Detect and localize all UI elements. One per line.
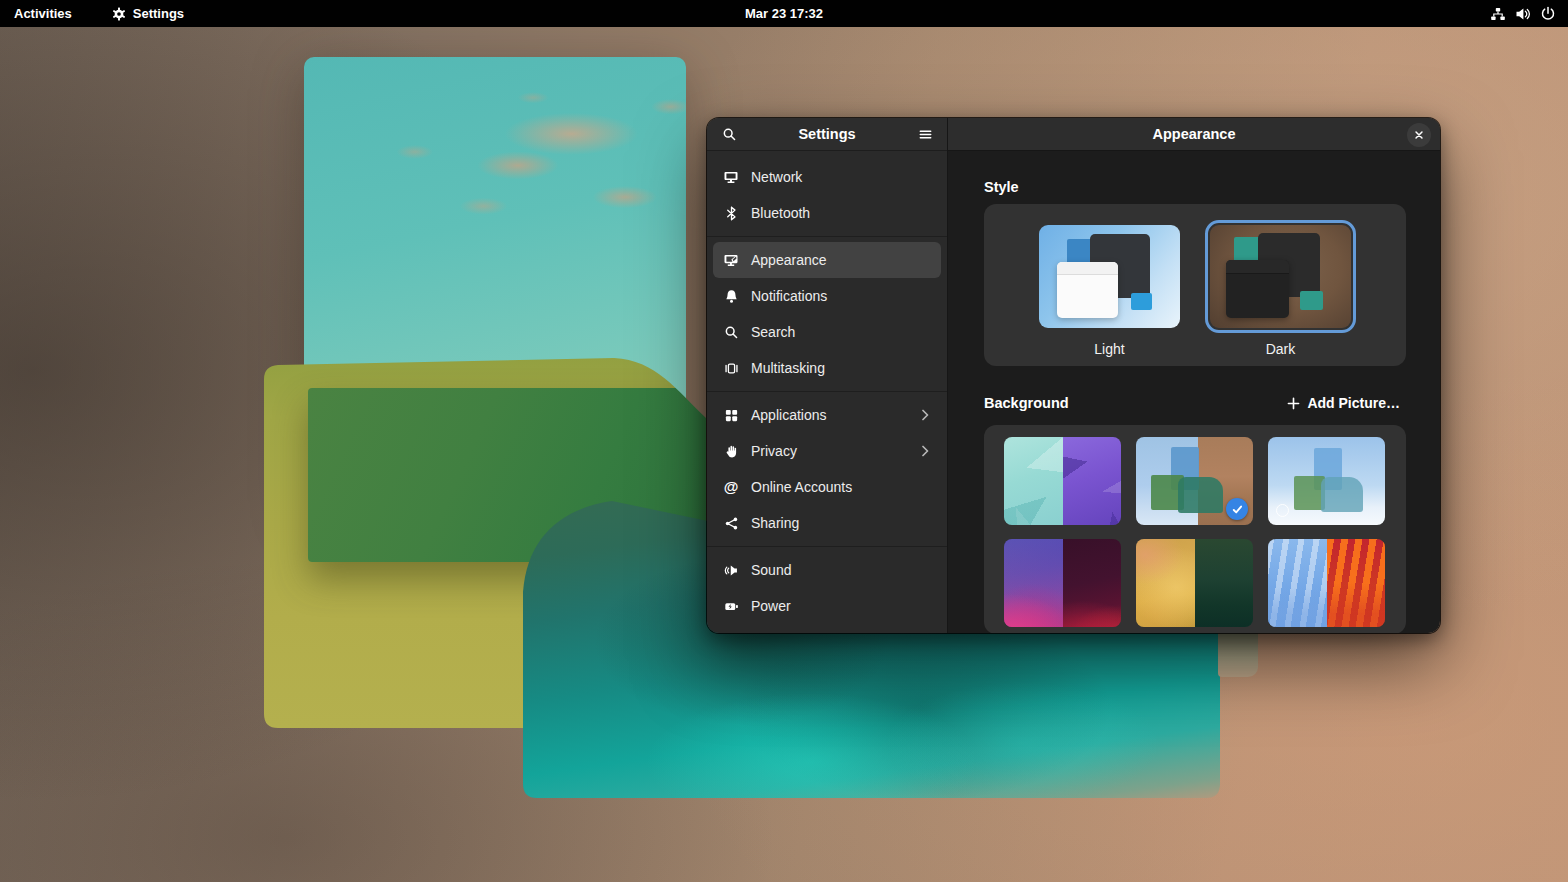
search-icon xyxy=(723,324,739,340)
notifications-icon xyxy=(723,288,739,304)
close-button[interactable] xyxy=(1407,123,1431,147)
sidebar-item-network[interactable]: Network xyxy=(713,159,941,195)
appearance-icon xyxy=(723,252,739,268)
sidebar-item-label: Multitasking xyxy=(751,360,931,376)
sidebar-item-bluetooth[interactable]: Bluetooth xyxy=(713,195,941,231)
close-icon xyxy=(1412,128,1426,142)
sidebar-item-label: Privacy xyxy=(751,443,907,459)
chevron-right-icon xyxy=(919,445,931,457)
selected-check-badge xyxy=(1226,498,1248,520)
sharing-icon xyxy=(723,515,739,531)
top-bar: Activities Settings Mar 23 17:32 xyxy=(0,0,1568,27)
style-option-label: Dark xyxy=(1266,341,1296,357)
privacy-icon xyxy=(723,443,739,459)
bluetooth-icon xyxy=(723,205,739,221)
sidebar-item-label: Appearance xyxy=(751,252,931,268)
system-status-area[interactable] xyxy=(1490,0,1558,27)
clock[interactable]: Mar 23 17:32 xyxy=(745,0,823,27)
mini-shape xyxy=(1321,477,1363,511)
desktop: Activities Settings Mar 23 17:32 Setting… xyxy=(0,0,1568,882)
settings-window: Settings Network Bluetooth Appe xyxy=(707,118,1440,633)
mini-shape xyxy=(1178,477,1222,513)
wallpaper-thumbnail-triangles[interactable] xyxy=(1004,437,1121,525)
primary-menu-button[interactable] xyxy=(913,122,937,146)
sidebar-list: Network Bluetooth Appearance Notificatio… xyxy=(707,151,947,624)
panel-title: Appearance xyxy=(1152,126,1235,142)
sidebar-item-appearance[interactable]: Appearance xyxy=(713,242,941,278)
sidebar: Settings Network Bluetooth Appe xyxy=(707,118,948,633)
network-icon xyxy=(1490,6,1506,22)
style-card: Light xyxy=(984,204,1406,366)
sidebar-item-search[interactable]: Search xyxy=(713,314,941,350)
online-accounts-icon: @ xyxy=(723,479,739,495)
selected-style-ring xyxy=(1205,220,1356,333)
background-card xyxy=(984,425,1406,633)
appearance-panel: Appearance Style xyxy=(948,118,1440,633)
activities-label: Activities xyxy=(14,6,72,21)
power-icon xyxy=(1540,6,1556,22)
activities-button[interactable]: Activities xyxy=(8,0,78,27)
wallpaper-thumbnail-default-day[interactable] xyxy=(1268,437,1385,525)
add-picture-label: Add Picture… xyxy=(1307,395,1400,411)
panel-body: Style Li xyxy=(948,151,1440,633)
sidebar-item-label: Online Accounts xyxy=(751,479,931,495)
sidebar-separator xyxy=(707,546,947,547)
wallpaper-thumbnail-waves[interactable] xyxy=(1004,539,1121,627)
sidebar-item-label: Search xyxy=(751,324,931,340)
gear-icon xyxy=(112,7,126,21)
search-button[interactable] xyxy=(717,122,741,146)
preview-window-front xyxy=(1057,262,1118,318)
dark-theme-preview xyxy=(1210,225,1351,328)
app-menu-button[interactable]: Settings xyxy=(106,0,190,27)
sidebar-separator xyxy=(707,391,947,392)
sidebar-item-applications[interactable]: Applications xyxy=(713,397,941,433)
multitasking-icon xyxy=(723,360,739,376)
wallpaper-thumbnail-default[interactable] xyxy=(1136,437,1253,525)
power-icon xyxy=(723,598,739,614)
sidebar-item-privacy[interactable]: Privacy xyxy=(713,433,941,469)
style-heading: Style xyxy=(984,179,1406,195)
sidebar-title: Settings xyxy=(707,126,947,142)
app-menu-label: Settings xyxy=(133,6,184,21)
sidebar-item-label: Notifications xyxy=(751,288,931,304)
sidebar-item-multitasking[interactable]: Multitasking xyxy=(713,350,941,386)
check-icon xyxy=(1231,503,1244,516)
search-icon xyxy=(722,127,737,142)
hamburger-menu-icon xyxy=(918,127,933,142)
clock-label: Mar 23 17:32 xyxy=(745,6,823,21)
preview-window-accent xyxy=(1131,293,1152,311)
sidebar-separator xyxy=(707,236,947,237)
sidebar-item-power[interactable]: Power xyxy=(713,588,941,624)
wallpaper-thumbnail-amber-green[interactable] xyxy=(1136,539,1253,627)
sidebar-item-sound[interactable]: Sound xyxy=(713,552,941,588)
volume-icon xyxy=(1515,6,1531,22)
style-option-light[interactable]: Light xyxy=(1034,220,1185,366)
sidebar-item-notifications[interactable]: Notifications xyxy=(713,278,941,314)
sidebar-item-sharing[interactable]: Sharing xyxy=(713,505,941,541)
network-icon xyxy=(723,169,739,185)
style-option-label: Light xyxy=(1094,341,1124,357)
sidebar-item-label: Sharing xyxy=(751,515,931,531)
sidebar-item-label: Applications xyxy=(751,407,907,423)
background-heading: Background xyxy=(984,395,1069,411)
sound-icon xyxy=(723,562,739,578)
panel-header: Appearance xyxy=(948,118,1440,151)
sidebar-item-label: Sound xyxy=(751,562,931,578)
sidebar-item-label: Power xyxy=(751,598,931,614)
preview-window-front xyxy=(1226,260,1289,318)
sidebar-item-label: Network xyxy=(751,169,931,185)
applications-icon xyxy=(723,407,739,423)
style-option-dark[interactable]: Dark xyxy=(1205,220,1356,366)
dynamic-wallpaper-badge xyxy=(1276,504,1289,517)
chevron-right-icon xyxy=(919,409,931,421)
light-theme-preview xyxy=(1039,225,1180,328)
wallpaper-thumbnail-drips[interactable] xyxy=(1268,539,1385,627)
preview-window-accent xyxy=(1300,291,1323,311)
add-picture-button[interactable]: Add Picture… xyxy=(1281,391,1406,415)
sidebar-item-label: Bluetooth xyxy=(751,205,931,221)
sidebar-header: Settings xyxy=(707,118,947,151)
plus-icon xyxy=(1287,397,1300,410)
sidebar-item-online-accounts[interactable]: @ Online Accounts xyxy=(713,469,941,505)
